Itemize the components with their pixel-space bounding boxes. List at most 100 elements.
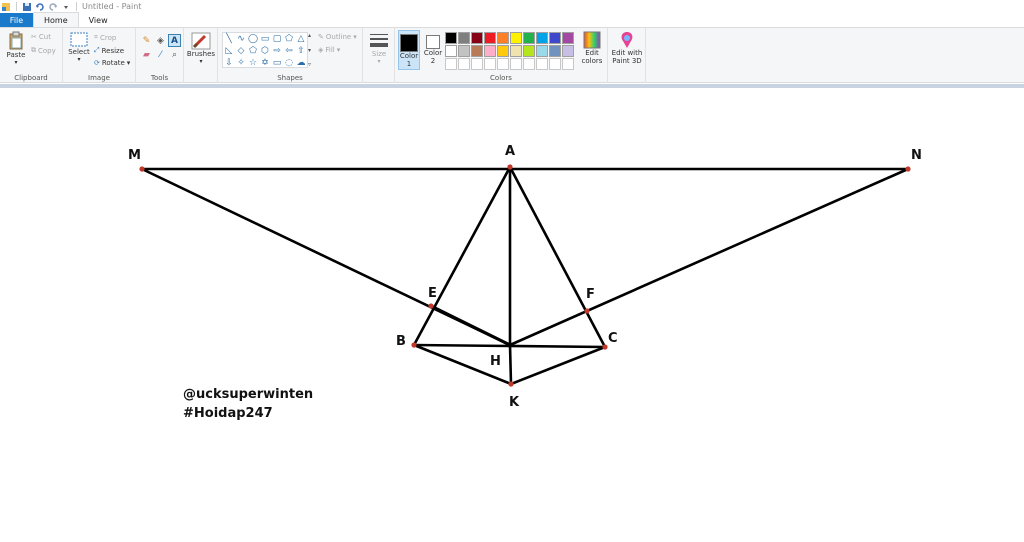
color-swatch[interactable]: [484, 45, 496, 57]
edit-colors-button[interactable]: Edit colors: [579, 31, 605, 65]
edit-with-paint3d-button[interactable]: Edit with Paint 3D: [610, 31, 644, 65]
color-swatch[interactable]: [497, 45, 509, 57]
five-point-star-shape-icon[interactable]: ☆: [247, 57, 259, 69]
rainbow-palette-icon: [583, 31, 601, 49]
hexagon-shape-icon[interactable]: ⬡: [259, 45, 271, 57]
pencil-icon[interactable]: ✎: [140, 34, 153, 47]
triangle-shape-icon[interactable]: △: [295, 33, 307, 45]
redo-icon[interactable]: [48, 2, 58, 12]
rounded-rectangle-shape-icon[interactable]: ▢: [271, 33, 283, 45]
four-point-star-shape-icon[interactable]: ✧: [235, 57, 247, 69]
color-swatch[interactable]: [549, 45, 561, 57]
resize-icon: ⤢: [94, 46, 100, 54]
color2-button[interactable]: Color 2: [422, 30, 444, 70]
size-button[interactable]: Size ▾: [367, 32, 391, 65]
crop-button[interactable]: ⌗ Crop: [94, 33, 116, 42]
customize-toolbar-icon[interactable]: [61, 2, 71, 12]
color-swatch[interactable]: [458, 32, 470, 44]
shapes-scroll[interactable]: ▴ ▾ ▿: [308, 32, 316, 68]
curve-shape-icon[interactable]: ∿: [235, 33, 247, 45]
down-arrow-shape-icon[interactable]: ⇩: [223, 57, 235, 69]
oval-shape-icon[interactable]: ◯: [247, 33, 259, 45]
text-tool-icon[interactable]: A: [168, 34, 181, 47]
tab-view[interactable]: View: [79, 13, 118, 27]
copy-button[interactable]: ⧉ Copy: [31, 46, 56, 55]
color-swatch[interactable]: [497, 32, 509, 44]
tab-home[interactable]: Home: [33, 12, 79, 27]
select-dropdown-icon[interactable]: ▾: [77, 56, 80, 63]
color-swatch[interactable]: [510, 58, 522, 70]
left-arrow-shape-icon[interactable]: ⇦: [283, 45, 295, 57]
callout-shape-icon[interactable]: ▭: [271, 57, 283, 69]
brushes-button[interactable]: Brushes ▾: [187, 32, 215, 65]
line-shape-icon[interactable]: ╲: [223, 33, 235, 45]
color-swatch[interactable]: [471, 32, 483, 44]
drawing-canvas[interactable]: M A N E F B C H K @ucksuperwinten #Hoidap247: [4, 88, 1024, 542]
color-swatch[interactable]: [549, 32, 561, 44]
crop-icon: ⌗: [94, 33, 98, 41]
eraser-icon[interactable]: ▰: [140, 48, 153, 61]
magnifier-icon[interactable]: ⌕: [168, 48, 181, 61]
color-swatch[interactable]: [536, 32, 548, 44]
color-swatch[interactable]: [562, 58, 574, 70]
up-arrow-shape-icon[interactable]: ⇧: [295, 45, 307, 57]
color-swatch[interactable]: [484, 58, 496, 70]
color-swatch[interactable]: [523, 45, 535, 57]
resize-button[interactable]: ⤢ Resize: [94, 46, 124, 55]
color-swatch[interactable]: [497, 58, 509, 70]
paste-button[interactable]: Paste ▾: [4, 31, 28, 66]
gallery-expand-icon[interactable]: ▿: [308, 61, 316, 68]
tools-group: ✎ ◈ A ▰ ⁄ ⌕ Tools: [136, 28, 184, 83]
color-swatch[interactable]: [523, 58, 535, 70]
color-swatch[interactable]: [562, 45, 574, 57]
right-arrow-shape-icon[interactable]: ⇨: [271, 45, 283, 57]
rotate-button[interactable]: ⟳ Rotate ▾: [94, 59, 130, 67]
cut-button[interactable]: ✂ Cut: [31, 33, 51, 41]
tab-file[interactable]: File: [0, 13, 33, 27]
vertex-M: [139, 166, 145, 172]
outline-button[interactable]: ✎ Outline ▾: [318, 33, 357, 41]
color1-button[interactable]: Color 1: [398, 30, 420, 70]
color-swatch[interactable]: [549, 58, 561, 70]
color-swatch[interactable]: [510, 32, 522, 44]
color-swatch[interactable]: [484, 32, 496, 44]
diamond-shape-icon[interactable]: ◇: [235, 45, 247, 57]
color-swatch[interactable]: [536, 58, 548, 70]
clipboard-group: Paste ▾ ✂ Cut ⧉ Copy Clipboard: [0, 28, 63, 83]
color-swatch[interactable]: [536, 45, 548, 57]
fill-button[interactable]: ◈ Fill ▾: [318, 46, 340, 54]
color-swatch[interactable]: [458, 58, 470, 70]
select-button[interactable]: Select ▾: [67, 32, 91, 63]
select-label: Select: [68, 48, 90, 56]
color-swatch[interactable]: [471, 45, 483, 57]
color-swatch[interactable]: [471, 58, 483, 70]
color-swatch[interactable]: [510, 45, 522, 57]
save-icon[interactable]: [22, 2, 32, 12]
polygon-shape-icon[interactable]: ⬠: [283, 33, 295, 45]
scroll-up-icon[interactable]: ▴: [308, 32, 316, 39]
right-triangle-shape-icon[interactable]: ◺: [223, 45, 235, 57]
rectangle-shape-icon[interactable]: ▭: [259, 33, 271, 45]
paint-app-icon: [2, 2, 10, 11]
shapes-gallery[interactable]: ╲ ∿ ◯ ▭ ▢ ⬠ △ ◺ ◇ ⬠ ⬡ ⇨ ⇦ ⇧ ⇩ ✧ ☆ ✡ ▭ ◌ …: [222, 32, 308, 68]
pentagon-shape-icon[interactable]: ⬠: [247, 45, 259, 57]
cloud-callout-shape-icon[interactable]: ☁: [295, 57, 307, 69]
colors-group: Color 1 Color 2 Edit colors Colors: [395, 28, 608, 83]
segment-CK: [509, 345, 607, 386]
vertex-A: [507, 164, 513, 170]
oval-callout-shape-icon[interactable]: ◌: [283, 57, 295, 69]
vertex-K: [508, 381, 514, 387]
undo-icon[interactable]: [35, 2, 45, 12]
six-point-star-shape-icon[interactable]: ✡: [259, 57, 271, 69]
color-swatch[interactable]: [523, 32, 535, 44]
paste-dropdown-icon[interactable]: ▾: [14, 59, 17, 66]
color-swatch[interactable]: [445, 45, 457, 57]
window-title: Untitled - Paint: [82, 2, 142, 11]
scroll-down-icon[interactable]: ▾: [308, 47, 316, 54]
color-swatch[interactable]: [458, 45, 470, 57]
color-picker-icon[interactable]: ⁄: [154, 48, 167, 61]
color-swatch[interactable]: [562, 32, 574, 44]
fill-bucket-icon[interactable]: ◈: [154, 34, 167, 47]
color-swatch[interactable]: [445, 58, 457, 70]
color-swatch[interactable]: [445, 32, 457, 44]
